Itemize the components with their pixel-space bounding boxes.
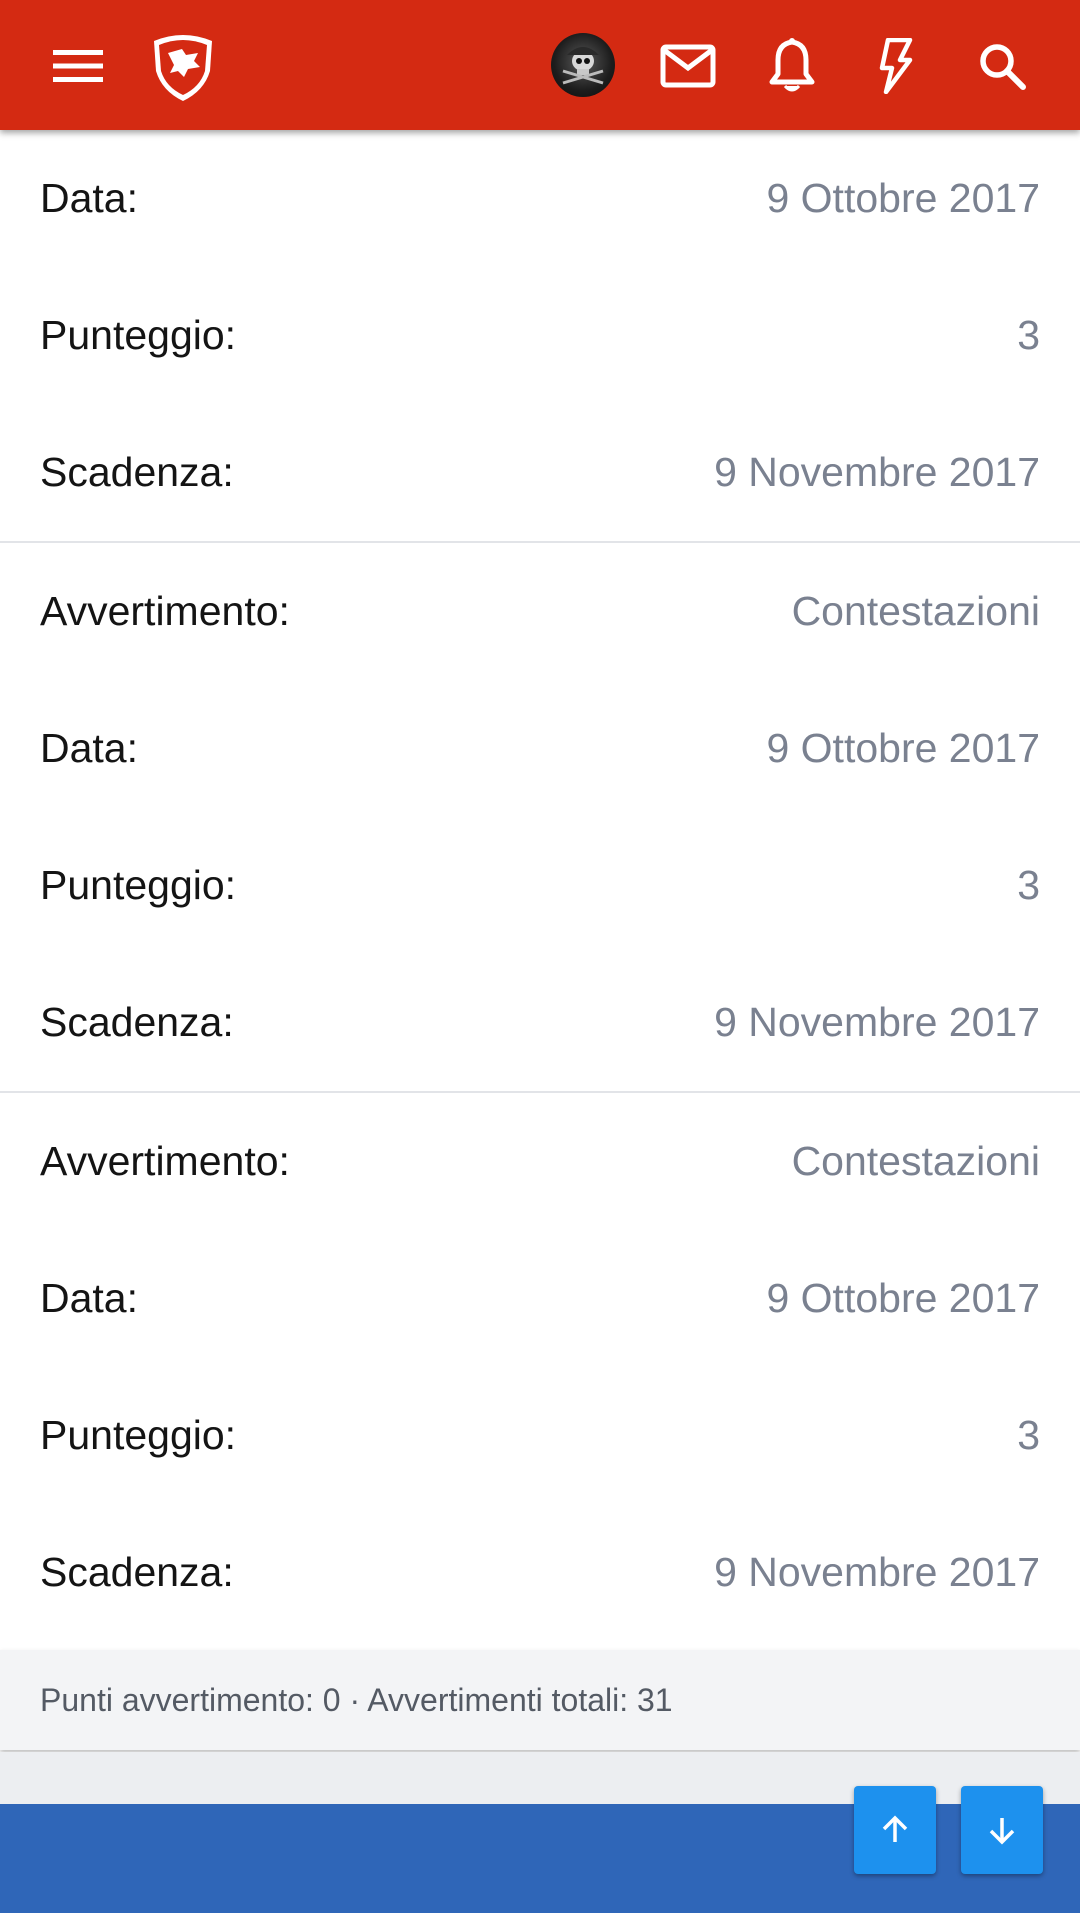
warning-date-row: Data: 9 Ottobre 2017 — [0, 130, 1080, 267]
bell-icon — [769, 38, 815, 92]
warning-expiry-row: Scadenza: 9 Novembre 2017 — [0, 1504, 1080, 1641]
field-label: Data: — [40, 175, 138, 221]
warning-expiry-row: Scadenza: 9 Novembre 2017 — [0, 404, 1080, 541]
field-label: Punteggio: — [40, 862, 237, 908]
field-label: Scadenza: — [40, 449, 234, 495]
field-label: Data: — [40, 1275, 138, 1321]
warning-entry: Avvertimento: Contestazioni Data: 9 Otto… — [0, 543, 1080, 1093]
whats-new-button[interactable] — [854, 24, 938, 108]
user-avatar[interactable] — [551, 33, 615, 97]
warning-points-row: Punteggio: 3 — [0, 1367, 1080, 1504]
warning-points-row: Punteggio: 3 — [0, 267, 1080, 404]
field-label: Scadenza: — [40, 999, 234, 1045]
warning-type-row: Avvertimento: Contestazioni — [0, 543, 1080, 680]
field-label: Avvertimento: — [40, 588, 290, 634]
warning-entry: Data: 9 Ottobre 2017 Punteggio: 3 Scaden… — [0, 130, 1080, 543]
field-label: Punteggio: — [40, 1412, 237, 1458]
top-app-bar — [0, 0, 1080, 130]
field-label: Data: — [40, 725, 138, 771]
menu-button[interactable] — [36, 24, 120, 108]
field-value: 9 Ottobre 2017 — [766, 175, 1040, 221]
field-value: Contestazioni — [791, 588, 1040, 634]
field-value: 9 Ottobre 2017 — [766, 725, 1040, 771]
lightning-bolt-icon — [879, 38, 913, 94]
field-value: 3 — [1017, 862, 1040, 908]
field-value: 9 Novembre 2017 — [714, 1549, 1040, 1595]
site-logo[interactable] — [138, 22, 228, 112]
warning-expiry-row: Scadenza: 9 Novembre 2017 — [0, 954, 1080, 1091]
field-label: Scadenza: — [40, 1549, 234, 1595]
warnings-list: Data: 9 Ottobre 2017 Punteggio: 3 Scaden… — [0, 130, 1080, 1641]
field-value: 9 Novembre 2017 — [714, 449, 1040, 495]
warning-entry: Avvertimento: Contestazioni Data: 9 Otto… — [0, 1093, 1080, 1641]
warnings-summary-text: Punti avvertimento: 0 · Avvertimenti tot… — [40, 1681, 673, 1718]
site-shield-logo-icon — [154, 35, 212, 101]
scroll-to-top-button[interactable] — [854, 1786, 936, 1874]
messages-button[interactable] — [646, 24, 730, 108]
search-button[interactable] — [960, 24, 1044, 108]
warning-date-row: Data: 9 Ottobre 2017 — [0, 1230, 1080, 1367]
warning-type-row: Avvertimento: Contestazioni — [0, 1093, 1080, 1230]
warnings-summary: Punti avvertimento: 0 · Avvertimenti tot… — [0, 1650, 1080, 1750]
scroll-to-bottom-button[interactable] — [961, 1786, 1043, 1874]
field-value: 3 — [1017, 1412, 1040, 1458]
warning-date-row: Data: 9 Ottobre 2017 — [0, 680, 1080, 817]
field-label: Punteggio: — [40, 312, 237, 358]
search-icon — [980, 44, 1026, 90]
field-label: Avvertimento: — [40, 1138, 290, 1184]
arrow-up-icon — [882, 1815, 908, 1842]
pirate-skull-icon — [562, 47, 604, 85]
arrow-down-icon — [989, 1818, 1015, 1845]
mail-icon — [660, 44, 716, 88]
warning-points-row: Punteggio: 3 — [0, 817, 1080, 954]
field-value: 9 Ottobre 2017 — [766, 1275, 1040, 1321]
field-value: 3 — [1017, 312, 1040, 358]
field-value: 9 Novembre 2017 — [714, 999, 1040, 1045]
notifications-button[interactable] — [750, 24, 834, 108]
field-value: Contestazioni — [791, 1138, 1040, 1184]
hamburger-menu-icon — [53, 50, 103, 82]
